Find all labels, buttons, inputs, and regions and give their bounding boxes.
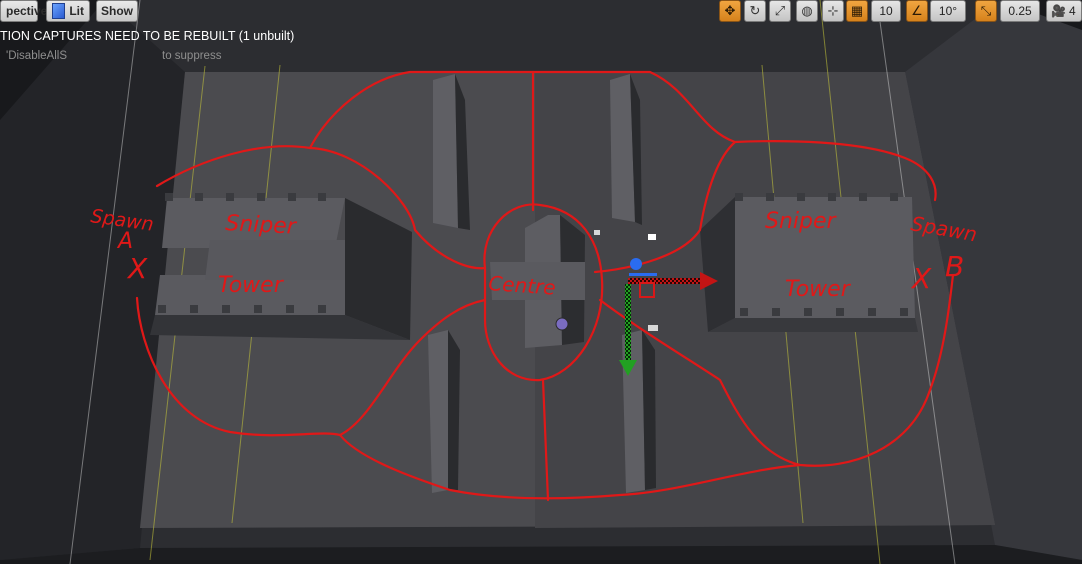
gizmo-z-axis[interactable]: [629, 273, 657, 276]
camera-speed-value: 4: [1068, 4, 1076, 18]
lit-button[interactable]: Lit: [46, 0, 90, 22]
suppress-hint-end: to suppress: [162, 50, 222, 62]
show-button[interactable]: Show: [96, 0, 138, 22]
light-icon[interactable]: [594, 230, 600, 235]
gizmo-z-handle[interactable]: [630, 258, 642, 270]
level-scene[interactable]: Spawn A X Sniper Tower Centre Sniper Tow…: [0, 0, 1082, 564]
sniper-right-label: Sniper: [765, 209, 838, 234]
suppress-hint: 'DisableAllS to suppress: [6, 50, 221, 62]
spawn-a-letter: A: [116, 229, 133, 254]
level-viewport[interactable]: Spawn A X Sniper Tower Centre Sniper Tow…: [0, 0, 1082, 564]
spawn-b-mark: X: [910, 262, 932, 295]
perspective-label: pective: [6, 4, 48, 18]
reflection-capture-icon[interactable]: [648, 325, 658, 331]
gizmo-y-axis[interactable]: [625, 284, 631, 366]
lit-label: Lit: [69, 4, 84, 18]
scale-snap-value[interactable]: 0.25: [1000, 0, 1040, 22]
translate-icon[interactable]: ✥: [719, 0, 741, 22]
sniper-left-label: Sniper: [225, 211, 299, 240]
camera-speed-button[interactable]: 🎥 4: [1046, 0, 1082, 22]
camera-actor-icon[interactable]: [648, 234, 656, 240]
rebuild-warning: TION CAPTURES NEED TO BE REBUILT (1 unbu…: [0, 29, 295, 43]
rotate-icon[interactable]: ↻: [744, 0, 766, 22]
spawn-a-mark: X: [126, 252, 148, 285]
camera-speed-icon: 🎥: [1051, 4, 1066, 18]
cube-icon: [52, 3, 66, 19]
rotation-snap-value[interactable]: 10°: [930, 0, 966, 22]
scale-snap-icon[interactable]: ⤡: [975, 0, 997, 22]
surface-snap-icon[interactable]: ⊹: [822, 0, 844, 22]
tower-left-label: Tower: [218, 273, 285, 298]
show-label: Show: [101, 4, 133, 18]
grid-snap-value[interactable]: 10: [871, 0, 901, 22]
angle-icon[interactable]: ∠: [906, 0, 928, 22]
tower-right-label: Tower: [785, 277, 852, 302]
suppress-hint-start: 'DisableAllS: [6, 50, 67, 62]
grid-icon[interactable]: ▦: [846, 0, 868, 22]
perspective-button[interactable]: pective: [0, 0, 47, 22]
scale-icon[interactable]: ⤢: [769, 0, 791, 22]
player-start-icon[interactable]: [555, 317, 569, 331]
centre-label: Centre: [488, 271, 557, 300]
spawn-b-letter: B: [945, 250, 964, 283]
world-icon[interactable]: ◍: [796, 0, 818, 22]
